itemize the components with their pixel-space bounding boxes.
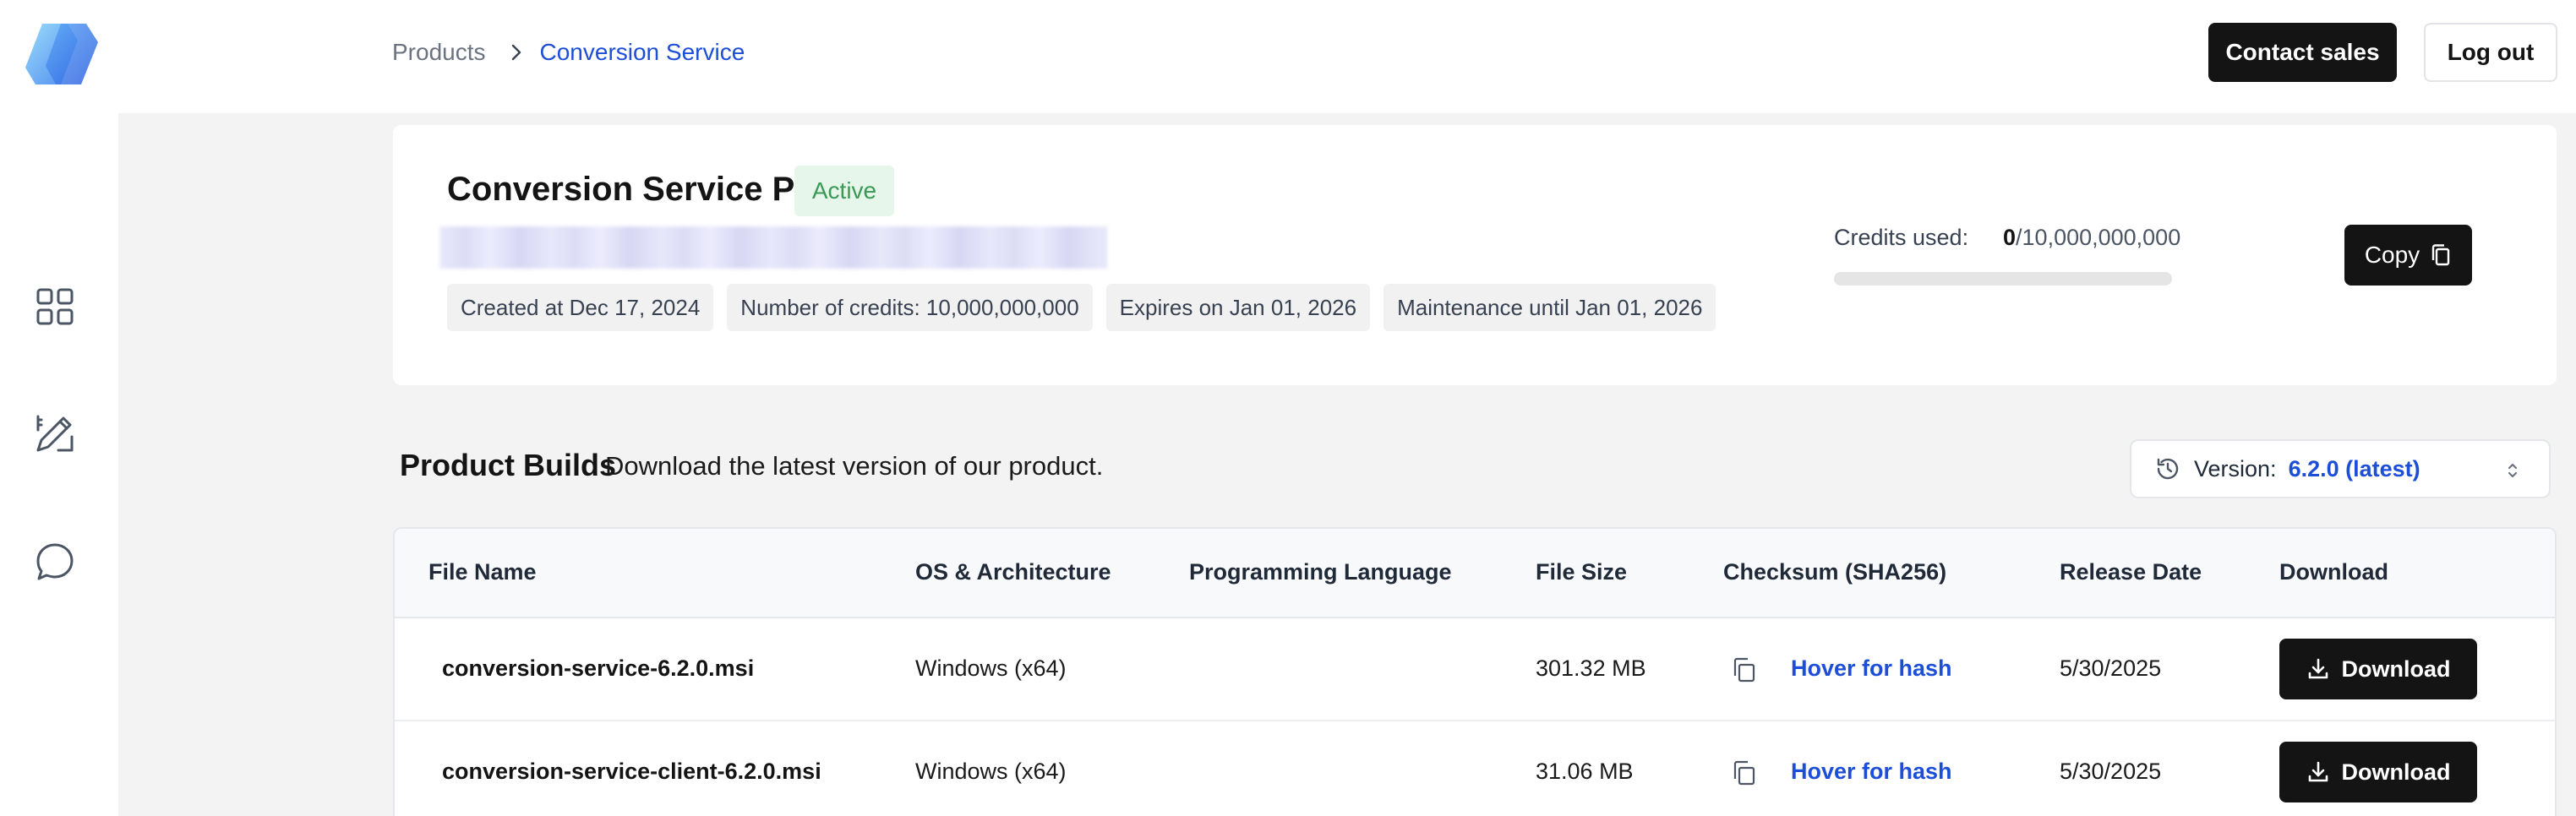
tag-credits: Number of credits: 10,000,000,000 <box>727 284 1093 331</box>
credits-total: /10,000,000,000 <box>2016 225 2181 250</box>
breadcrumb: Products Conversion Service <box>392 35 745 69</box>
release-date-cell: 5/30/2025 <box>2060 656 2162 681</box>
download-button[interactable]: Download <box>2279 639 2477 699</box>
table-row: conversion-service-client-6.2.0.msi Wind… <box>395 721 2555 816</box>
credits-used-value: 0/10,000,000,000 <box>2003 225 2180 251</box>
col-file-name: File Name <box>428 559 537 585</box>
file-name-cell: conversion-service-6.2.0.msi <box>442 656 755 681</box>
size-cell: 301.32 MB <box>1536 656 1646 681</box>
top-header: Products Conversion Service Contact sale… <box>0 0 2576 113</box>
table-header: File Name OS & Architecture Programming … <box>395 529 2555 618</box>
contact-sales-button[interactable]: Contact sales <box>2208 23 2397 82</box>
tag-created: Created at Dec 17, 2024 <box>447 284 714 331</box>
hover-hash-link[interactable]: Hover for hash <box>1791 759 1952 785</box>
col-download: Download <box>2279 559 2388 585</box>
os-cell: Windows (x64) <box>915 759 1067 784</box>
copy-license-button[interactable]: Copy <box>2344 225 2472 286</box>
copy-icon <box>2430 243 2452 267</box>
chevron-right-icon <box>510 42 523 63</box>
credits-used-label: Credits used: <box>1834 225 1969 250</box>
copy-hash-icon[interactable] <box>1730 759 1759 792</box>
product-title: Conversion Service Pro <box>447 171 829 208</box>
version-select[interactable]: Version: 6.2.0 (latest) <box>2130 439 2551 498</box>
size-cell: 31.06 MB <box>1536 759 1634 784</box>
history-icon <box>2155 456 2180 481</box>
credits-progress-bar <box>1834 272 2172 286</box>
company-logo[interactable] <box>24 22 100 86</box>
download-icon <box>2306 760 2330 784</box>
download-button[interactable]: Download <box>2279 742 2477 802</box>
status-badge: Active <box>794 166 894 216</box>
tag-maintenance: Maintenance until Jan 01, 2026 <box>1384 284 1716 331</box>
builds-subtitle: Download the latest version of our produ… <box>605 451 1104 481</box>
os-cell: Windows (x64) <box>915 656 1067 681</box>
file-name-cell: conversion-service-client-6.2.0.msi <box>442 759 821 784</box>
chevron-up-down-icon <box>2505 460 2520 487</box>
col-os-arch: OS & Architecture <box>915 559 1111 585</box>
credits-used-count: 0 <box>2003 225 2017 250</box>
builds-table: File Name OS & Architecture Programming … <box>393 527 2557 816</box>
release-date-cell: 5/30/2025 <box>2060 759 2162 784</box>
license-tags: Created at Dec 17, 2024 Number of credit… <box>447 284 1716 331</box>
copy-label: Copy <box>2364 242 2420 268</box>
col-language: Programming Language <box>1189 559 1452 585</box>
hover-hash-link[interactable]: Hover for hash <box>1791 656 1952 682</box>
copy-hash-icon[interactable] <box>1730 656 1759 688</box>
grid-icon[interactable] <box>30 282 79 331</box>
sidebar <box>0 113 118 816</box>
tag-expires: Expires on Jan 01, 2026 <box>1105 284 1371 331</box>
download-label: Download <box>2341 656 2451 682</box>
version-value: 6.2.0 (latest) <box>2288 455 2420 481</box>
col-release-date: Release Date <box>2060 559 2202 585</box>
pen-ruler-icon[interactable] <box>30 409 79 458</box>
col-file-size: File Size <box>1536 559 1628 585</box>
log-out-button[interactable]: Log out <box>2424 23 2557 82</box>
col-checksum: Checksum (SHA256) <box>1723 559 1947 585</box>
breadcrumb-current[interactable]: Conversion Service <box>540 39 745 66</box>
table-row: conversion-service-6.2.0.msi Windows (x6… <box>395 618 2555 721</box>
breadcrumb-products-link[interactable]: Products <box>392 39 486 66</box>
download-icon <box>2306 657 2330 681</box>
builds-heading: Product Builds <box>400 448 617 482</box>
download-label: Download <box>2341 759 2451 785</box>
redacted-license-key <box>439 226 1107 269</box>
chat-bubble-icon[interactable] <box>30 537 79 586</box>
version-label: Version: <box>2194 455 2277 481</box>
